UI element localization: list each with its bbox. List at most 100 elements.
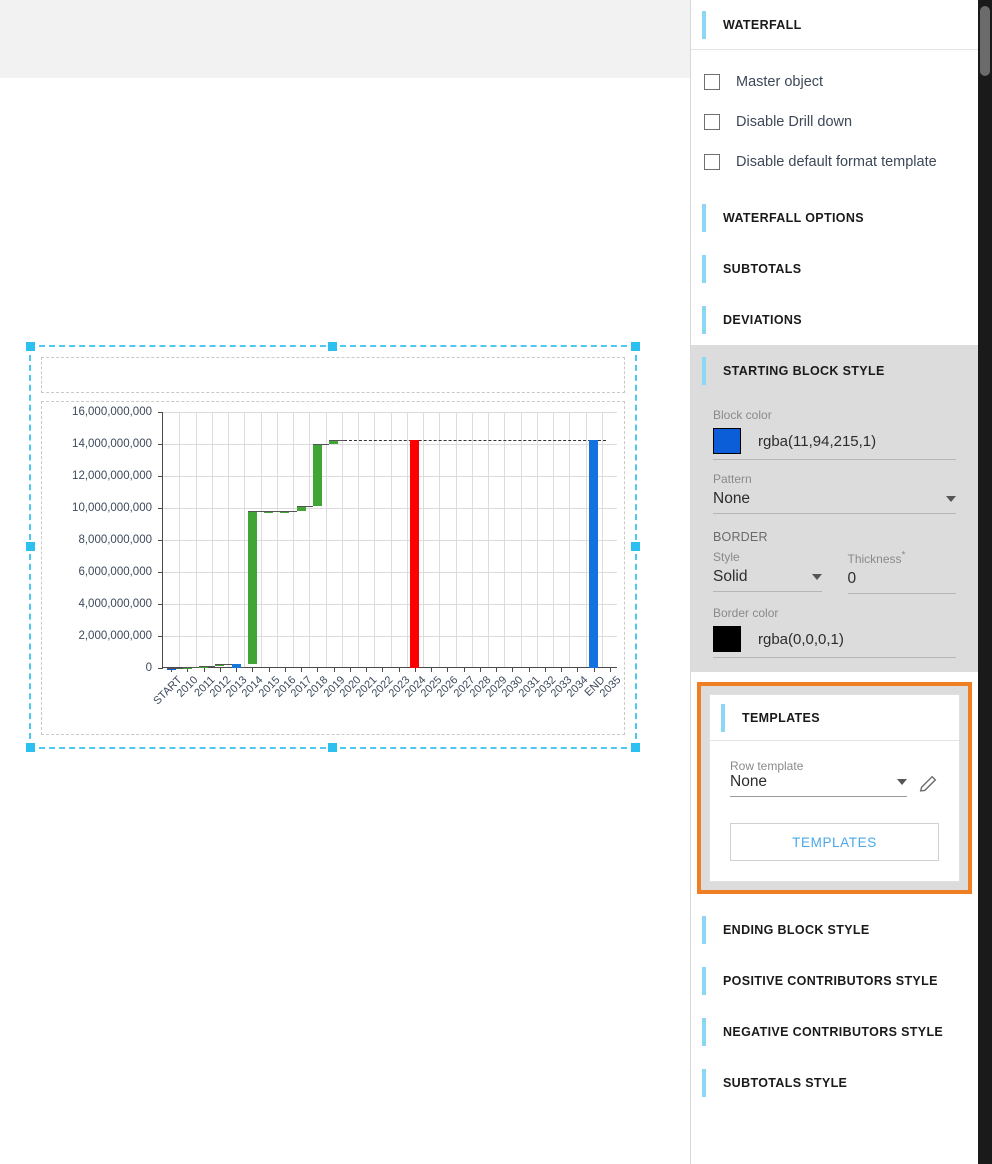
y-axis-tick-label: 10,000,000,000 — [72, 502, 152, 514]
x-axis-tick-mark — [528, 667, 530, 672]
waterfall-chart-widget[interactable]: 0 2,000,000,000 4,000,000,000 6,000,000,000… — [37, 353, 629, 741]
chart-frame: 0 2,000,000,000 4,000,000,000 6,000,000,000… — [41, 401, 625, 735]
x-axis-tick-mark — [268, 667, 270, 672]
vertical-gridline — [309, 412, 311, 667]
y-axis-tick-label: 16,000,000,000 — [72, 406, 152, 418]
vertical-gridline — [601, 412, 603, 667]
section-label: POSITIVE CONTRIBUTORS STYLE — [723, 973, 938, 988]
checkbox-label: Disable Drill down — [736, 114, 853, 130]
checkbox-row[interactable]: Master object — [691, 62, 978, 102]
x-axis-tick-mark — [219, 667, 221, 672]
chart-bar-positive[interactable] — [312, 444, 322, 507]
chart-bar-positive[interactable] — [247, 511, 257, 665]
chart-bar-subtotal[interactable] — [231, 664, 241, 668]
templates-button-label: TEMPLATES — [792, 834, 877, 850]
section-header-negative-contributors-style[interactable]: NEGATIVE CONTRIBUTORS STYLE — [691, 1006, 978, 1057]
y-axis-tick-label: 14,000,000,000 — [72, 438, 152, 450]
pattern-select[interactable]: None — [713, 486, 956, 514]
x-axis-tick-mark — [398, 667, 400, 672]
x-axis-tick-mark — [463, 667, 465, 672]
panel-header-waterfall[interactable]: WATERFALL — [691, 0, 978, 50]
resize-handle-top-left[interactable] — [26, 342, 35, 351]
design-canvas[interactable]: 0 2,000,000,000 4,000,000,000 6,000,000,000… — [0, 0, 690, 1164]
vertical-gridline — [455, 412, 457, 667]
x-axis-tick-mark — [431, 667, 433, 672]
y-axis-tick-label: 0 — [145, 662, 152, 674]
vertical-gridline — [244, 412, 246, 667]
chevron-down-icon[interactable] — [897, 779, 907, 785]
section-header-deviations[interactable]: DEVIATIONS — [691, 294, 978, 345]
resize-handle-middle-right[interactable] — [631, 542, 640, 551]
checkbox-icon[interactable] — [704, 74, 720, 90]
resize-handle-bottom-left[interactable] — [26, 743, 35, 752]
border-style-field: Style Solid — [713, 544, 822, 594]
waterfall-step-connector — [247, 511, 265, 513]
border-thickness-field: Thickness* 0 — [847, 544, 956, 594]
vertical-gridline — [228, 412, 229, 667]
section-label: TEMPLATES — [742, 710, 820, 725]
chart-bar-subtotal[interactable] — [410, 440, 420, 668]
y-axis-tick-label: 12,000,000,000 — [72, 470, 152, 482]
section-header-subtotals[interactable]: SUBTOTALS — [691, 243, 978, 294]
y-axis-tick-label: 6,000,000,000 — [78, 566, 152, 578]
x-axis-tick-mark — [252, 667, 254, 672]
vertical-gridline — [179, 412, 181, 667]
section-label: STARTING BLOCK STYLE — [723, 363, 885, 378]
vertical-gridline — [390, 412, 392, 667]
section-header-subtotals-style[interactable]: SUBTOTALS STYLE — [691, 1057, 978, 1108]
gridlines — [163, 412, 617, 667]
border-thickness-input[interactable]: 0 — [847, 566, 956, 594]
panel-scrollbar-track[interactable] — [978, 0, 992, 1164]
checkbox-row[interactable]: Disable default format template — [691, 142, 978, 182]
vertical-gridline — [406, 412, 408, 667]
templates-button[interactable]: TEMPLATES — [730, 823, 939, 861]
border-color-swatch[interactable] — [713, 626, 741, 652]
x-axis-tick-mark — [544, 667, 546, 672]
x-axis-tick-mark — [301, 667, 303, 672]
properties-panel[interactable]: WATERFALL Master object Disable Drill dow… — [690, 0, 978, 1164]
y-axis: 0 2,000,000,000 4,000,000,000 6,000,000,000… — [42, 402, 158, 674]
chevron-down-icon[interactable] — [811, 574, 822, 580]
x-axis-tick-mark — [382, 667, 384, 672]
border-color-row[interactable]: rgba(0,0,0,1) — [713, 620, 956, 658]
vertical-gridline — [211, 412, 213, 667]
resize-handle-middle-left[interactable] — [26, 542, 35, 551]
section-header-starting-block-style[interactable]: STARTING BLOCK STYLE — [691, 345, 978, 396]
resize-handle-bottom-right[interactable] — [631, 743, 640, 752]
block-color-row[interactable]: rgba(11,94,215,1) — [713, 422, 956, 460]
vertical-gridline — [423, 412, 424, 667]
resize-handle-bottom-center[interactable] — [328, 743, 337, 752]
waterfall-step-connector — [199, 665, 216, 667]
chevron-down-icon[interactable] — [946, 496, 956, 502]
checkbox-icon[interactable] — [704, 114, 720, 130]
row-template-label: Row template — [730, 759, 804, 773]
panel-scrollbar-thumb[interactable] — [980, 6, 990, 76]
section-header-positive-contributors-style[interactable]: POSITIVE CONTRIBUTORS STYLE — [691, 955, 978, 1006]
y-axis-tick-mark — [158, 476, 163, 477]
section-header-waterfall-options[interactable]: WATERFALL OPTIONS — [691, 192, 978, 243]
resize-handle-top-center[interactable] — [328, 342, 337, 351]
vertical-gridline — [585, 412, 587, 667]
x-axis-tick-mark — [577, 667, 579, 672]
collapsed-sections-bottom: ENDING BLOCK STYLE POSITIVE CONTRIBUTORS … — [691, 904, 978, 1108]
row-template-select[interactable]: None — [730, 773, 907, 797]
checkbox-row[interactable]: Disable Drill down — [691, 102, 978, 142]
x-axis-tick-mark — [479, 667, 481, 672]
x-axis-tick-mark — [447, 667, 449, 672]
section-header-templates[interactable]: TEMPLATES — [710, 695, 959, 741]
resize-handle-top-right[interactable] — [631, 342, 640, 351]
section-header-ending-block-style[interactable]: ENDING BLOCK STYLE — [691, 904, 978, 955]
waterfall-step-connector — [215, 664, 232, 666]
row-template-row: None — [730, 773, 939, 797]
block-color-swatch[interactable] — [713, 428, 741, 454]
border-thickness-label: Thickness* — [847, 550, 906, 566]
checkbox-icon[interactable] — [704, 154, 720, 170]
vertical-gridline — [260, 412, 262, 667]
border-style-select[interactable]: Solid — [713, 564, 822, 592]
pencil-icon[interactable] — [917, 773, 939, 795]
x-axis-tick-mark — [366, 667, 368, 672]
x-axis-tick-mark — [317, 667, 319, 672]
chart-bar-end[interactable] — [589, 440, 599, 668]
